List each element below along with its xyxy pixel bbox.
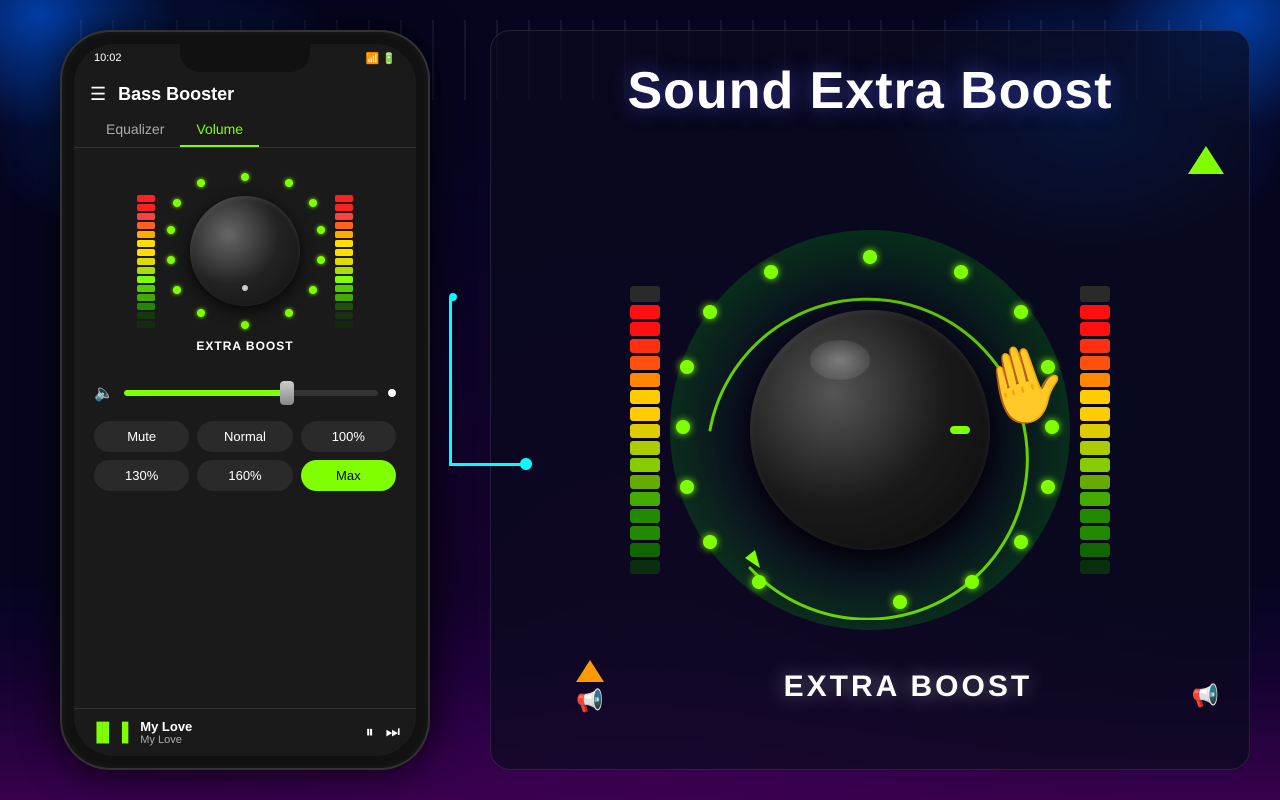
app-tabs: Equalizer Volume [74, 113, 416, 148]
connection-dot-bottom [520, 458, 532, 470]
volume-slider-row: 🔈 [74, 375, 416, 411]
app-title: Bass Booster [118, 84, 234, 105]
arrow-left-container: 📢 [576, 660, 604, 714]
tab-equalizer[interactable]: Equalizer [90, 113, 180, 147]
boost-panel: Sound Extra Boost [490, 30, 1250, 770]
player-info: My Love My Love [140, 719, 353, 746]
status-bar: 10:02 📶 🔋 [74, 44, 416, 72]
knob-body [190, 196, 300, 306]
vu-meter-right [335, 195, 353, 328]
preset-max[interactable]: Max [301, 460, 396, 491]
slider-dot [388, 389, 396, 397]
headline-text: Sound Extra Boost [627, 62, 1112, 120]
knob-sheen [810, 340, 870, 380]
arrow-up-right [1188, 146, 1224, 174]
app-header: ☰ Bass Booster [74, 72, 416, 113]
preset-mute[interactable]: Mute [94, 421, 189, 452]
slider-thumb[interactable] [280, 381, 294, 405]
boost-label: EXTRA BOOST [784, 670, 1033, 704]
connection-line-vertical [449, 298, 452, 466]
player-title: My Love [140, 719, 353, 734]
knob-center: EXTRA BOOST [165, 171, 325, 353]
preset-normal[interactable]: Normal [197, 421, 292, 452]
next-icon[interactable]: ⏭ [386, 724, 400, 742]
large-knob-indicator [950, 426, 970, 434]
preset-100[interactable]: 100% [301, 421, 396, 452]
headline: Sound Extra Boost [491, 61, 1249, 121]
slider-track[interactable] [124, 390, 378, 396]
equalizer-icon: ▐▌▐ [90, 722, 128, 743]
boost-display [491, 240, 1249, 620]
knob-ring[interactable] [165, 171, 325, 331]
connection-line-horizontal [449, 463, 524, 466]
preset-buttons: Mute Normal 100% 130% 160% Max [74, 411, 416, 501]
tab-volume[interactable]: Volume [180, 113, 259, 147]
phone-screen: 10:02 📶 🔋 ☰ Bass Booster Equalizer Volum… [74, 44, 416, 756]
preset-160[interactable]: 160% [197, 460, 292, 491]
large-knob-body [750, 310, 990, 550]
speaker-icon-left: 📢 [576, 688, 603, 714]
arrow-right-container [1188, 146, 1224, 174]
speaker-icon-right: 📢 [1192, 683, 1219, 709]
notch [180, 44, 310, 72]
status-icons: 📶 🔋 [366, 52, 396, 65]
menu-icon[interactable]: ☰ [90, 84, 106, 105]
vu-large-right [1080, 286, 1110, 574]
knob-label: EXTRA BOOST [196, 339, 293, 353]
preset-130[interactable]: 130% [94, 460, 189, 491]
phone-frame: 10:02 📶 🔋 ☰ Bass Booster Equalizer Volum… [60, 30, 430, 770]
bottom-player: ▐▌▐ My Love My Love ⏸ ⏭ [74, 708, 416, 756]
player-controls[interactable]: ⏸ ⏭ [366, 724, 400, 742]
slider-fill [124, 390, 289, 396]
connection-dot-top [449, 293, 457, 301]
vu-meter-left [137, 195, 155, 328]
knob-area: EXTRA BOOST [74, 148, 416, 375]
phone: 10:02 📶 🔋 ☰ Bass Booster Equalizer Volum… [60, 30, 430, 770]
player-subtitle: My Love [140, 734, 353, 746]
pause-icon[interactable]: ⏸ [366, 724, 374, 742]
status-time: 10:02 [94, 52, 122, 64]
arrow-up-left [576, 660, 604, 682]
knob-indicator [242, 285, 248, 291]
volume-icon: 🔈 [94, 383, 114, 403]
vu-large-left [630, 286, 660, 574]
app-content: ☰ Bass Booster Equalizer Volume [74, 72, 416, 756]
